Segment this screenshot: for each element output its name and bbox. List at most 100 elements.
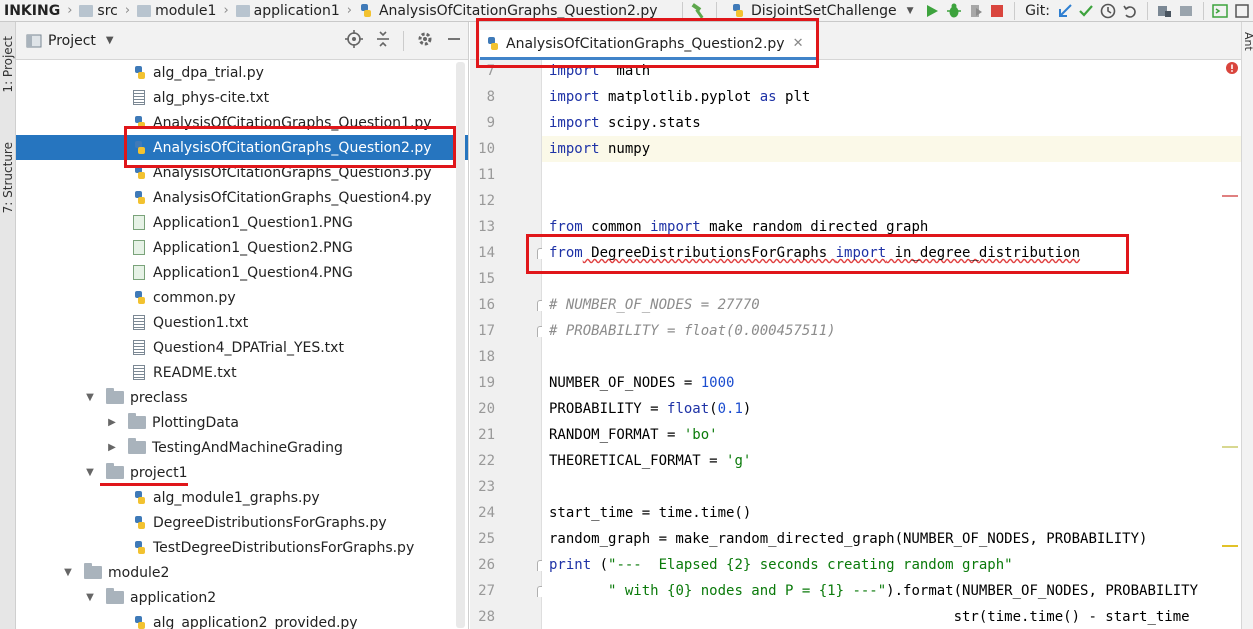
breadcrumb-separator-icon: ›	[223, 3, 229, 18]
line-number: 23	[478, 479, 495, 495]
structure-tool-tab[interactable]: 7: Structure	[1, 142, 15, 213]
line-number: 11	[478, 167, 495, 183]
tree-item[interactable]: alg_application2_provided.py	[16, 610, 468, 629]
tree-item[interactable]: ▶ PlottingData	[16, 410, 468, 435]
tree-item-label: README.txt	[153, 364, 237, 381]
code-line[interactable]: # NUMBER_OF_NODES = 27770	[549, 292, 760, 318]
collapse-arrow-icon[interactable]: ▶	[106, 442, 118, 453]
chevron-down-icon[interactable]: ▼	[106, 35, 114, 46]
code-line[interactable]: str(time.time() - start_time	[549, 604, 1190, 629]
expand-arrow-icon[interactable]: ▼	[84, 592, 96, 603]
error-stripe-marker[interactable]	[1222, 195, 1238, 197]
expand-arrow-icon[interactable]: ▼	[84, 392, 96, 403]
project-panel-title[interactable]: Project	[48, 33, 96, 49]
tree-item[interactable]: AnalysisOfCitationGraphs_Question4.py	[16, 185, 468, 210]
tree-item[interactable]: common.py	[16, 285, 468, 310]
collapse-all-icon[interactable]	[375, 30, 391, 52]
code-line[interactable]: import numpy	[549, 136, 650, 162]
window-icon[interactable]	[1231, 0, 1253, 21]
line-number: 25	[478, 531, 495, 547]
tree-item[interactable]: Question4_DPATrial_YES.txt	[16, 335, 468, 360]
code-token: ).format(NUMBER_OF_NODES, PROBABILITY	[886, 583, 1199, 599]
code-line[interactable]: from common import make_random_directed_…	[549, 214, 928, 240]
stop-icon[interactable]	[987, 0, 1009, 21]
breadcrumb-label: module1	[155, 2, 217, 19]
code-token: str(time.time() - start_time	[549, 609, 1190, 625]
warning-stripe-marker[interactable]	[1222, 545, 1238, 547]
settings-folder-icon[interactable]	[1175, 0, 1197, 21]
tree-item[interactable]: Application1_Question4.PNG	[16, 260, 468, 285]
code-line[interactable]: import matplotlib.pyplot as plt	[549, 84, 810, 110]
tree-item[interactable]: ▶ TestingAndMachineGrading	[16, 435, 468, 460]
line-number: 20	[478, 401, 495, 417]
project-structure-icon[interactable]	[1153, 0, 1175, 21]
code-line[interactable]: PROBABILITY = float(0.1)	[549, 396, 751, 422]
git-update-icon[interactable]	[1054, 0, 1076, 21]
tree-item[interactable]: AnalysisOfCitationGraphs_Question2.py	[16, 135, 468, 160]
build-hammer-icon[interactable]	[688, 0, 710, 21]
tree-item[interactable]: Application1_Question2.PNG	[16, 235, 468, 260]
tree-item[interactable]: ▼ project1	[16, 460, 468, 485]
code-token: (	[591, 557, 609, 573]
git-commit-icon[interactable]	[1076, 0, 1098, 21]
run-icon[interactable]	[922, 0, 944, 21]
toolbar-separator	[1014, 1, 1016, 20]
breadcrumb-root[interactable]: INKING	[0, 3, 64, 19]
tree-item[interactable]: Question1.txt	[16, 310, 468, 335]
tree-item[interactable]: AnalysisOfCitationGraphs_Question3.py	[16, 160, 468, 185]
tree-item[interactable]: ▼ application2	[16, 585, 468, 610]
tree-item[interactable]: alg_phys-cite.txt	[16, 85, 468, 110]
expand-arrow-icon[interactable]: ▼	[62, 567, 74, 578]
scrollbar[interactable]	[456, 62, 465, 628]
code-line[interactable]: " with {0} nodes and P = {1} ---").forma…	[549, 578, 1198, 604]
collapse-arrow-icon[interactable]: ▶	[106, 417, 118, 428]
editor-gutter: 7 8 9 10 11 12 13 14 15 16 17 18 19 20 21 22 23 24 25 26 27 2…	[470, 60, 545, 629]
tree-item[interactable]: alg_dpa_trial.py	[16, 60, 468, 85]
run-configuration-select[interactable]: DisjointSetChallenge ▼	[723, 3, 922, 19]
tree-item[interactable]: AnalysisOfCitationGraphs_Question1.py	[16, 110, 468, 135]
editor-tab-active[interactable]: AnalysisOfCitationGraphs_Question2.py ✕	[480, 30, 818, 60]
expand-arrow-icon[interactable]: ▼	[84, 467, 96, 478]
gear-icon[interactable]	[416, 30, 434, 52]
code-token: import	[549, 63, 600, 79]
tree-item[interactable]: ▼ module2	[16, 560, 468, 585]
close-icon[interactable]: ✕	[793, 36, 804, 51]
code-line[interactable]: import scipy.stats	[549, 110, 701, 136]
code-token: # PROBABILITY = float(0.000457511)	[549, 323, 836, 339]
error-indicator-icon[interactable]	[1226, 62, 1238, 78]
terminal-icon[interactable]	[1210, 0, 1232, 21]
code-line[interactable]: random_graph = make_random_directed_grap…	[549, 526, 1147, 552]
tree-item[interactable]: README.txt	[16, 360, 468, 385]
breadcrumb-file[interactable]: AnalysisOfCitationGraphs_Question2.py	[355, 3, 662, 19]
debug-icon[interactable]	[943, 0, 965, 21]
git-label: Git:	[1025, 2, 1051, 19]
code-line[interactable]: NUMBER_OF_NODES = 1000	[549, 370, 734, 396]
tree-item[interactable]: DegreeDistributionsForGraphs.py	[16, 510, 468, 535]
coverage-icon[interactable]	[965, 0, 987, 21]
tree-item-label: DegreeDistributionsForGraphs.py	[153, 514, 387, 531]
breadcrumb-application1[interactable]: application1	[232, 3, 344, 19]
code-line[interactable]: # PROBABILITY = float(0.000457511)	[549, 318, 836, 344]
line-number: 9	[486, 115, 495, 131]
code-line[interactable]: print ("--- Elapsed {2} seconds creating…	[549, 552, 1013, 578]
tree-item[interactable]: TestDegreeDistributionsForGraphs.py	[16, 535, 468, 560]
project-tool-tab[interactable]: 1: Project	[1, 36, 15, 93]
breadcrumb-module1[interactable]: module1	[133, 3, 220, 19]
breadcrumb-src[interactable]: src	[75, 3, 121, 19]
code-line[interactable]: import math	[549, 60, 650, 84]
tree-item[interactable]: ▼ preclass	[16, 385, 468, 410]
rollback-icon[interactable]	[1119, 0, 1141, 21]
hide-panel-icon[interactable]	[446, 30, 462, 52]
code-line[interactable]: start_time = time.time()	[549, 500, 751, 526]
locate-icon[interactable]	[345, 30, 363, 52]
code-token: 0.1	[717, 401, 743, 417]
tree-item[interactable]: Application1_Question1.PNG	[16, 210, 468, 235]
git-history-icon[interactable]	[1097, 0, 1119, 21]
code-line[interactable]: THEORETICAL_FORMAT = 'g'	[549, 448, 751, 474]
code-line[interactable]: RANDOM_FORMAT = 'bo'	[549, 422, 718, 448]
tree-item[interactable]: alg_module1_graphs.py	[16, 485, 468, 510]
code-line[interactable]: from DegreeDistributionsForGraphs import…	[549, 240, 1080, 266]
code-editor[interactable]: import math import matplotlib.pyplot as p…	[542, 60, 1241, 629]
warning-stripe-marker[interactable]	[1222, 446, 1238, 448]
ant-tool-tab[interactable]: Ant	[1242, 32, 1253, 51]
